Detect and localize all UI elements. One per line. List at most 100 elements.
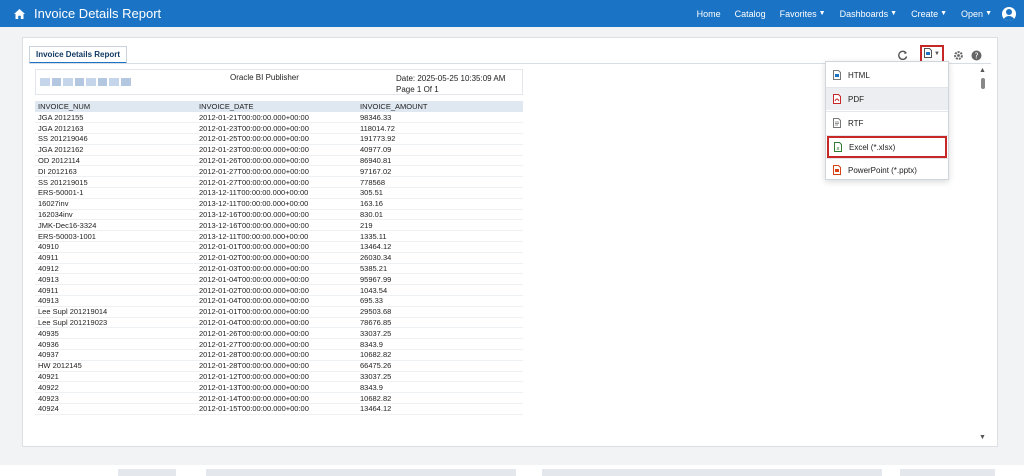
table-row: 40937 2012-01-28T00:00:00.000+00:00 10682.… (35, 349, 523, 361)
column-header-invoice-date: INVOICE_DATE (196, 101, 357, 112)
rtf-file-icon (832, 117, 842, 129)
scroll-thumb[interactable] (981, 78, 985, 89)
cell-invoice-num: 40936 (35, 338, 196, 351)
table-row: Lee Supl 201219014 2012-01-01T00:00:00.00… (35, 306, 523, 318)
app-title: Invoice Details Report (34, 6, 162, 21)
report-date: Date: 2025-05-25 10:35:09 AM (396, 74, 506, 83)
table-row: SS 201219015 2012-01-27T00:00:00.000+00:0… (35, 176, 523, 189)
svg-text:?: ? (974, 51, 978, 60)
cell-invoice-date: 2012-01-26T00:00:00.000+00:00 (196, 327, 357, 340)
menu-item-html[interactable]: HTML (826, 64, 948, 86)
cell-invoice-num: 40912 (35, 263, 196, 275)
report-page: Page 1 Of 1 (396, 85, 439, 94)
menu-item-rtf[interactable]: RTF (826, 112, 948, 134)
cell-invoice-date: 2012-01-02T00:00:00.000+00:00 (196, 252, 357, 264)
table-row: 40936 2012-01-27T00:00:00.000+00:00 8343.9 (35, 338, 523, 351)
cell-invoice-num: 40910 (35, 241, 196, 253)
user-avatar-icon[interactable] (1002, 6, 1016, 21)
cell-invoice-date: 2012-01-03T00:00:00.000+00:00 (196, 263, 357, 275)
table-row: ERS-50003-1001 2013-12-11T00:00:00.000+00… (35, 230, 523, 243)
table-row: ERS-50001-1 2013-12-11T00:00:00.000+00:00… (35, 187, 523, 199)
cell-invoice-num: ERS-50001-1 (35, 187, 196, 199)
cell-invoice-num: JGA 2012162 (35, 144, 196, 156)
table-body: JGA 2012155 2012-01-21T00:00:00.000+00:00… (35, 112, 523, 415)
cell-invoice-date: 2012-01-04T00:00:00.000+00:00 (196, 317, 357, 329)
cell-invoice-num: 40924 (35, 403, 196, 415)
cell-invoice-date: 2012-01-23T00:00:00.000+00:00 (196, 122, 357, 135)
cell-invoice-date: 2012-01-12T00:00:00.000+00:00 (196, 371, 357, 383)
cell-invoice-num: SS 201219046 (35, 133, 196, 145)
cell-invoice-date: 2012-01-27T00:00:00.000+00:00 (196, 176, 357, 189)
top-navigation-bar: Invoice Details Report Home Catalog Favo… (0, 0, 1024, 27)
cell-invoice-num: JGA 2012155 (35, 112, 196, 124)
cell-invoice-amount: 8343.9 (357, 381, 523, 394)
caret-down-icon: ▼ (890, 10, 898, 17)
refresh-icon[interactable] (896, 48, 910, 62)
cell-invoice-num: SS 201219015 (35, 176, 196, 189)
table-row: 16027inv 2013-12-11T00:00:00.000+00:00 163… (35, 198, 523, 210)
cell-invoice-date: 2012-01-28T00:00:00.000+00:00 (196, 360, 357, 372)
nav-item-home[interactable]: Home (697, 9, 721, 19)
nav-item-create[interactable]: Create ▼ (911, 9, 947, 19)
table-row: 40923 2012-01-14T00:00:00.000+00:00 10682.… (35, 392, 523, 405)
table-row: 40911 2012-01-02T00:00:00.000+00:00 26030.… (35, 252, 523, 264)
tab-invoice-details-report[interactable]: Invoice Details Report (29, 46, 128, 64)
table-row: 40910 2012-01-01T00:00:00.000+00:00 13464.… (35, 241, 523, 253)
caret-down-icon: ▼ (940, 10, 948, 17)
nav-item-open[interactable]: Open ▼ (961, 9, 992, 19)
cell-invoice-amount: 8343.9 (357, 338, 523, 351)
menu-item-pdf[interactable]: PDF (826, 88, 948, 110)
cell-invoice-num: 40911 (35, 284, 196, 297)
caret-down-icon: ▼ (818, 10, 826, 17)
cell-invoice-date: 2013-12-11T00:00:00.000+00:00 (196, 198, 357, 210)
table-row: HW 2012145 2012-01-28T00:00:00.000+00:00 6… (35, 360, 523, 372)
nav-item-dashboards[interactable]: Dashboards ▼ (840, 9, 897, 19)
cell-invoice-amount: 78676.85 (357, 317, 523, 329)
cell-invoice-date: 2013-12-16T00:00:00.000+00:00 (196, 219, 357, 232)
nav-item-catalog[interactable]: Catalog (735, 9, 766, 19)
menu-item-excel[interactable]: x Excel (*.xlsx) (827, 136, 947, 158)
help-icon[interactable]: ? (969, 48, 983, 62)
caret-down-icon: ▼ (985, 10, 992, 17)
cell-invoice-date: 2012-01-23T00:00:00.000+00:00 (196, 144, 357, 156)
cell-invoice-num: 16027inv (35, 198, 196, 210)
cell-invoice-amount: 163.16 (357, 198, 523, 210)
nav-item-favorites[interactable]: Favorites ▼ (780, 9, 826, 19)
table-row: 40924 2012-01-15T00:00:00.000+00:00 13464.… (35, 403, 523, 415)
scroll-down-icon[interactable]: ▼ (979, 434, 986, 441)
cell-invoice-date: 2012-01-01T00:00:00.000+00:00 (196, 306, 357, 318)
cell-invoice-amount: 305.51 (357, 187, 523, 199)
cell-invoice-amount: 5385.21 (357, 263, 523, 275)
cell-invoice-num: 40913 (35, 273, 196, 286)
cropped-bar (542, 469, 882, 476)
cell-invoice-amount: 1043.54 (357, 284, 523, 297)
cell-invoice-amount: 10682.82 (357, 392, 523, 405)
cell-invoice-amount: 1335.11 (357, 230, 523, 243)
table-row: OD 2012114 2012-01-26T00:00:00.000+00:00 8… (35, 155, 523, 167)
column-header-invoice-num: INVOICE_NUM (35, 101, 196, 112)
table-row: JMK-Dec16-3324 2013-12-16T00:00:00.000+00… (35, 219, 523, 232)
vertical-scrollbar[interactable]: ▲ ▼ (976, 65, 990, 443)
html-file-icon (832, 69, 842, 81)
cell-invoice-amount: 695.33 (357, 295, 523, 307)
cell-invoice-date: 2012-01-27T00:00:00.000+00:00 (196, 338, 357, 351)
table-row: Lee Supl 201219023 2012-01-04T00:00:00.00… (35, 317, 523, 329)
cell-invoice-num: ERS-50003-1001 (35, 230, 196, 243)
nav-menu: Home Catalog Favorites ▼ Dashboards ▼ Crea… (683, 0, 1016, 27)
invoice-table: INVOICE_NUM INVOICE_DATE INVOICE_AMOUNT … (35, 101, 523, 415)
cell-invoice-amount: 66475.26 (357, 360, 523, 372)
cell-invoice-amount: 95967.99 (357, 273, 523, 286)
pdf-file-icon (832, 93, 842, 105)
cell-invoice-num: 40922 (35, 381, 196, 394)
cell-invoice-amount: 10682.82 (357, 349, 523, 361)
scroll-up-icon[interactable]: ▲ (979, 67, 986, 74)
menu-item-powerpoint[interactable]: PowerPoint (*.pptx) (826, 159, 948, 181)
cell-invoice-amount: 97167.02 (357, 165, 523, 178)
cell-invoice-date: 2013-12-11T00:00:00.000+00:00 (196, 230, 357, 243)
home-icon[interactable] (8, 8, 30, 19)
cell-invoice-amount: 33037.25 (357, 327, 523, 340)
report-header: Oracle BI Publisher Date: 2025-05-25 10:… (35, 69, 523, 95)
cell-invoice-amount: 13464.12 (357, 241, 523, 253)
cell-invoice-date: 2012-01-04T00:00:00.000+00:00 (196, 295, 357, 307)
gear-icon[interactable] (951, 48, 965, 62)
